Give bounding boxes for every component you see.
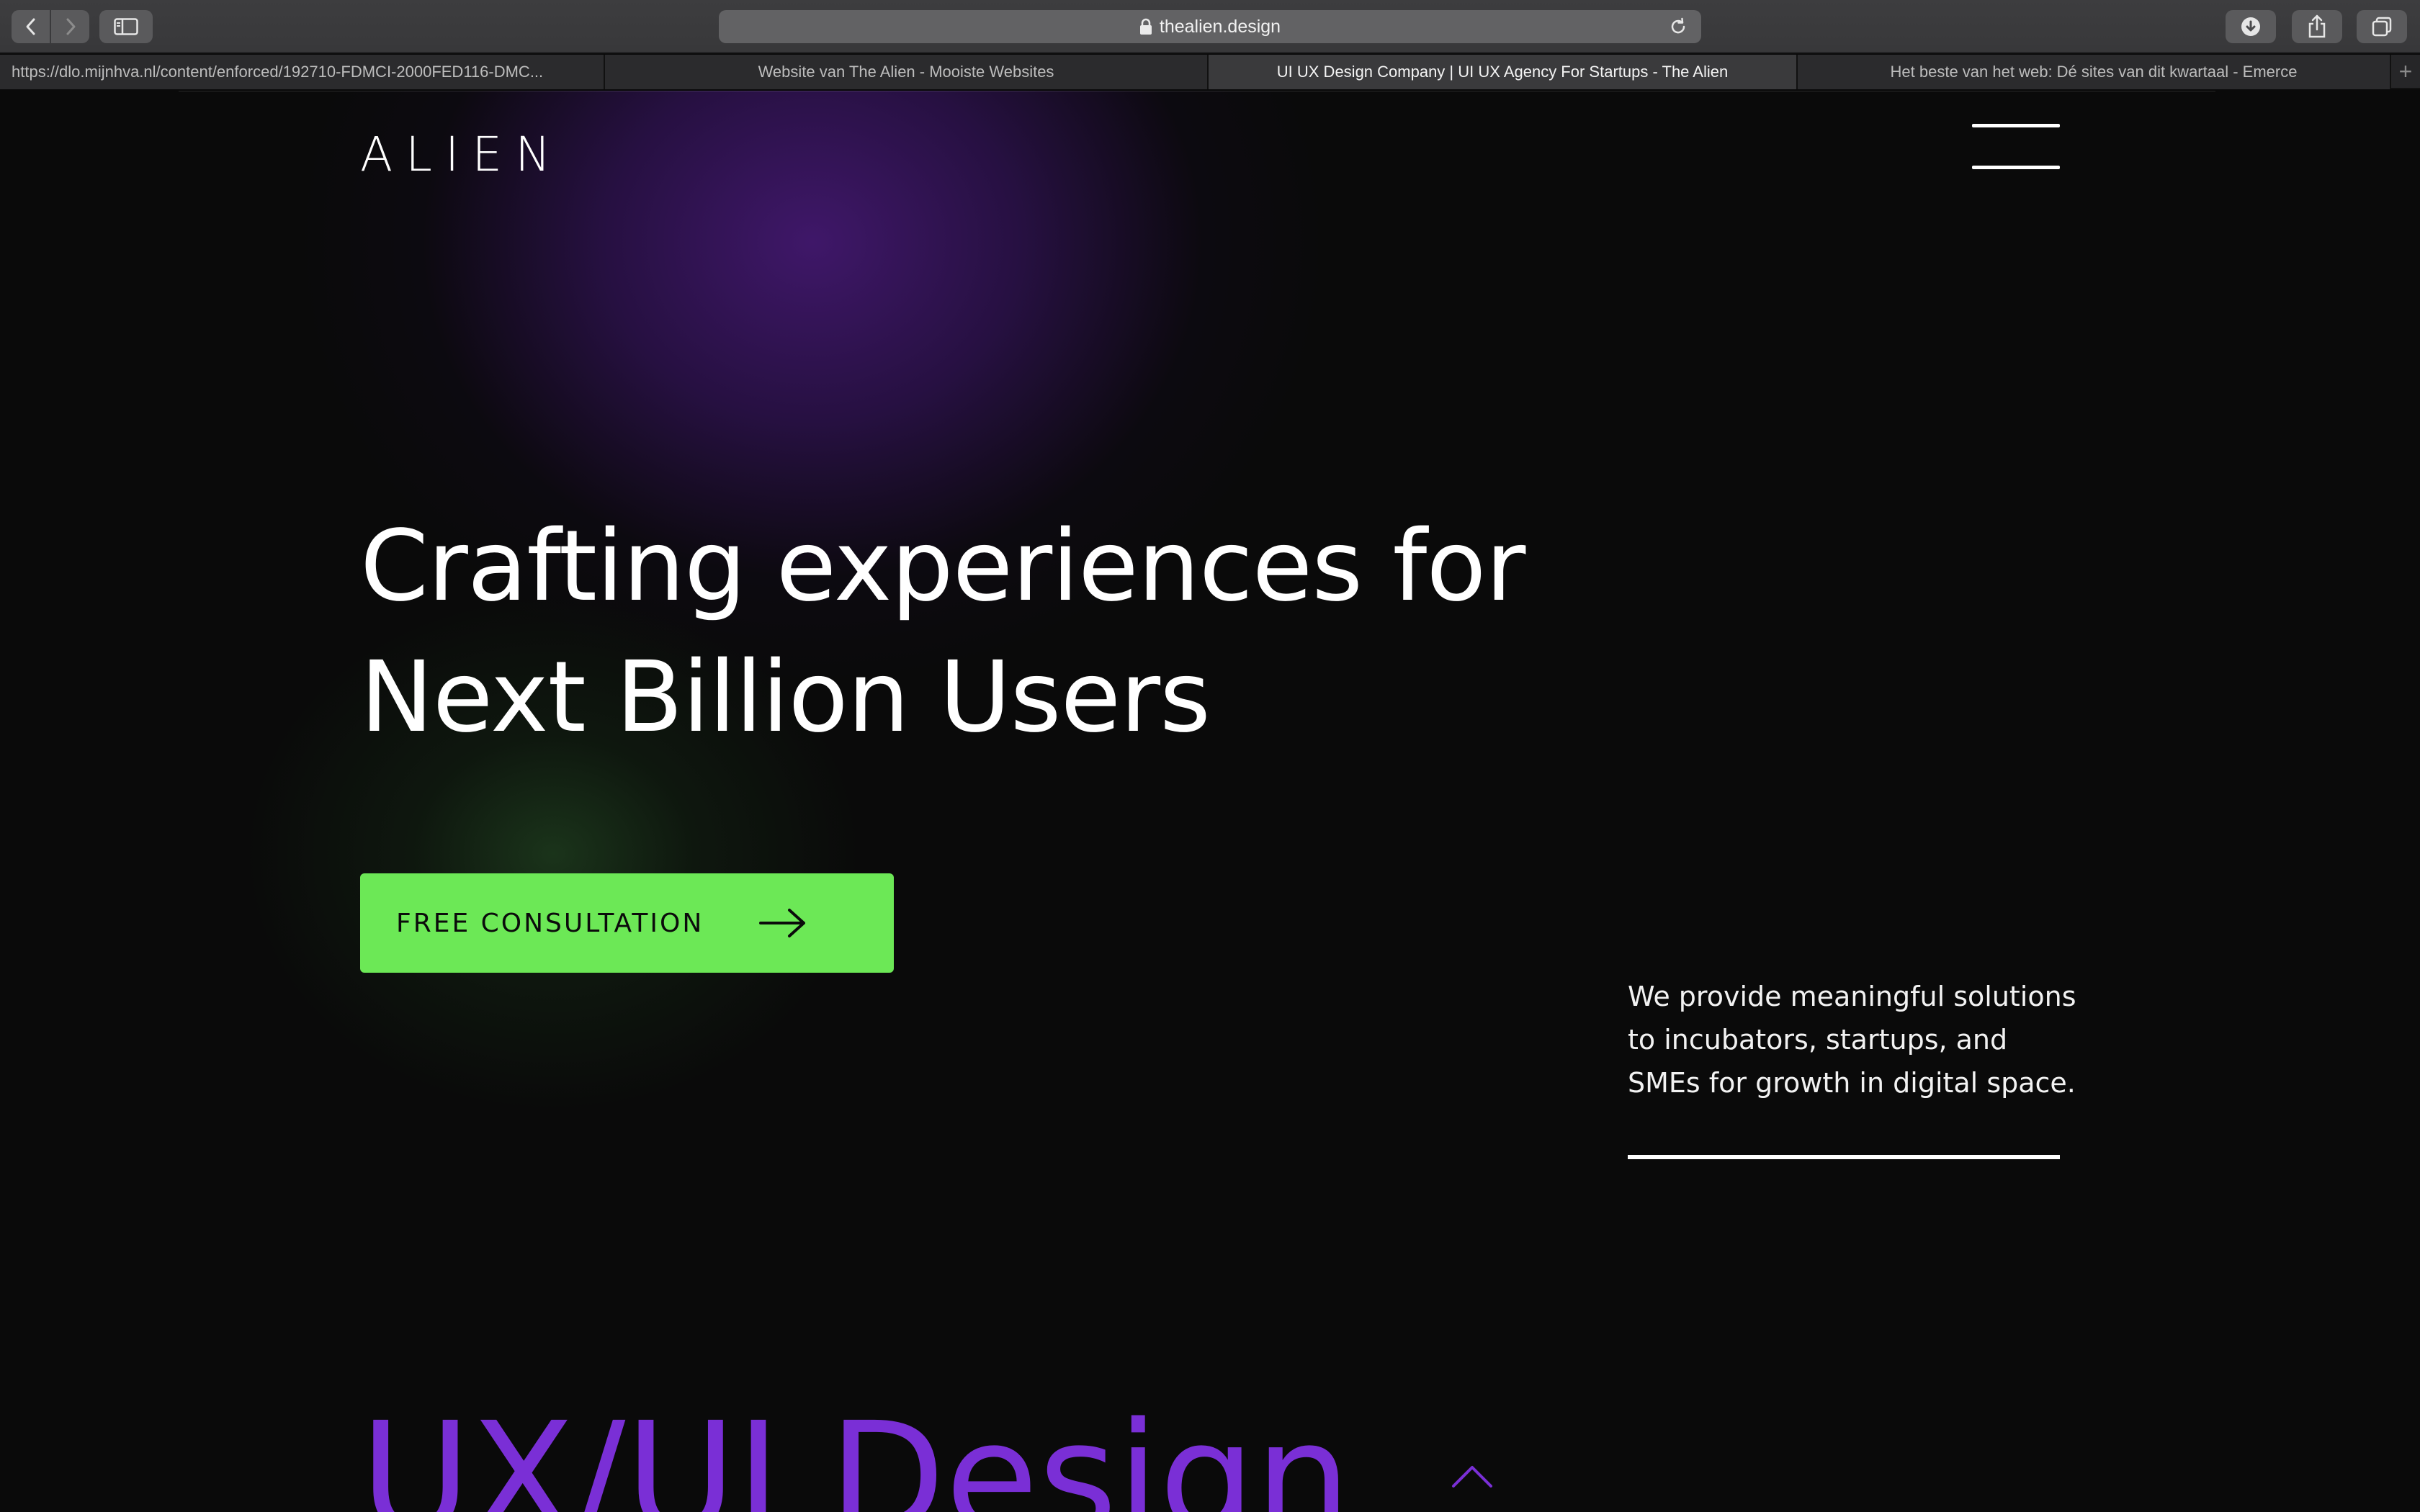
address-bar[interactable]: thealien.design [719, 10, 1701, 43]
back-arrow-icon [26, 18, 35, 35]
plus-icon: + [2398, 58, 2413, 84]
free-consultation-button[interactable]: FREE CONSULTATION [360, 873, 894, 973]
history-nav [12, 10, 89, 43]
downloads-button[interactable] [2226, 10, 2276, 43]
tab-1[interactable]: https://dlo.mijnhva.nl/content/enforced/… [0, 55, 605, 89]
sidebar-icon [114, 18, 138, 35]
site-logo[interactable]: ALIEN [360, 127, 563, 182]
back-button[interactable] [12, 10, 50, 43]
share-button[interactable] [2292, 10, 2342, 43]
reload-icon[interactable] [1668, 17, 1688, 42]
browser-toolbar: thealien.design [0, 0, 2420, 53]
new-tab-button[interactable]: + [2391, 55, 2420, 88]
tab-label: Het beste van het web: Dé sites van dit … [1890, 63, 2298, 81]
hero-top-edge [179, 91, 2215, 92]
tabs-overview-button[interactable] [2357, 10, 2407, 43]
tabs-overview-icon [2372, 17, 2392, 37]
tagline-divider [1628, 1155, 2060, 1159]
tagline-line-3: SMEs for growth in digital space. [1628, 1067, 2076, 1099]
cta-label: FREE CONSULTATION [396, 908, 704, 938]
headline-line-1: Crafting experiences for [360, 510, 1525, 624]
hero-tagline: We provide meaningful solutions to incub… [1628, 975, 2089, 1104]
tab-4[interactable]: Het beste van het web: Dé sites van dit … [1798, 55, 2391, 89]
tab-2[interactable]: Website van The Alien - Mooiste Websites [605, 55, 1209, 89]
section-title-uxui[interactable]: UX/UI Design [360, 1395, 1351, 1512]
web-page: ALIEN Crafting experiences for Next Bill… [0, 91, 2420, 1512]
tab-3-active[interactable]: UI UX Design Company | UI UX Agency For … [1209, 55, 1798, 89]
headline-line-2: Next Billion Users [360, 641, 1211, 755]
forward-button[interactable] [50, 10, 89, 43]
tab-bar: https://dlo.mijnhva.nl/content/enforced/… [0, 55, 2420, 89]
tab-label: UI UX Design Company | UI UX Agency For … [1276, 63, 1729, 81]
tab-label: Website van The Alien - Mooiste Websites [758, 63, 1054, 81]
share-icon [2308, 14, 2326, 38]
arrow-right-icon [759, 909, 805, 937]
tagline-line-2: to incubators, startups, and [1628, 1024, 2008, 1056]
chevron-up-icon[interactable] [1451, 1463, 1494, 1489]
sidebar-button[interactable] [99, 10, 153, 43]
tab-label: https://dlo.mijnhva.nl/content/enforced/… [12, 63, 544, 81]
forward-arrow-icon [66, 18, 75, 35]
url-text: thealien.design [1159, 16, 1281, 37]
hero-headline: Crafting experiences for Next Billion Us… [360, 501, 1657, 763]
lock-icon [1139, 18, 1152, 35]
hamburger-menu-icon[interactable] [1972, 124, 2060, 171]
tagline-line-1: We provide meaningful solutions [1628, 981, 2076, 1012]
download-icon [2241, 17, 2260, 36]
